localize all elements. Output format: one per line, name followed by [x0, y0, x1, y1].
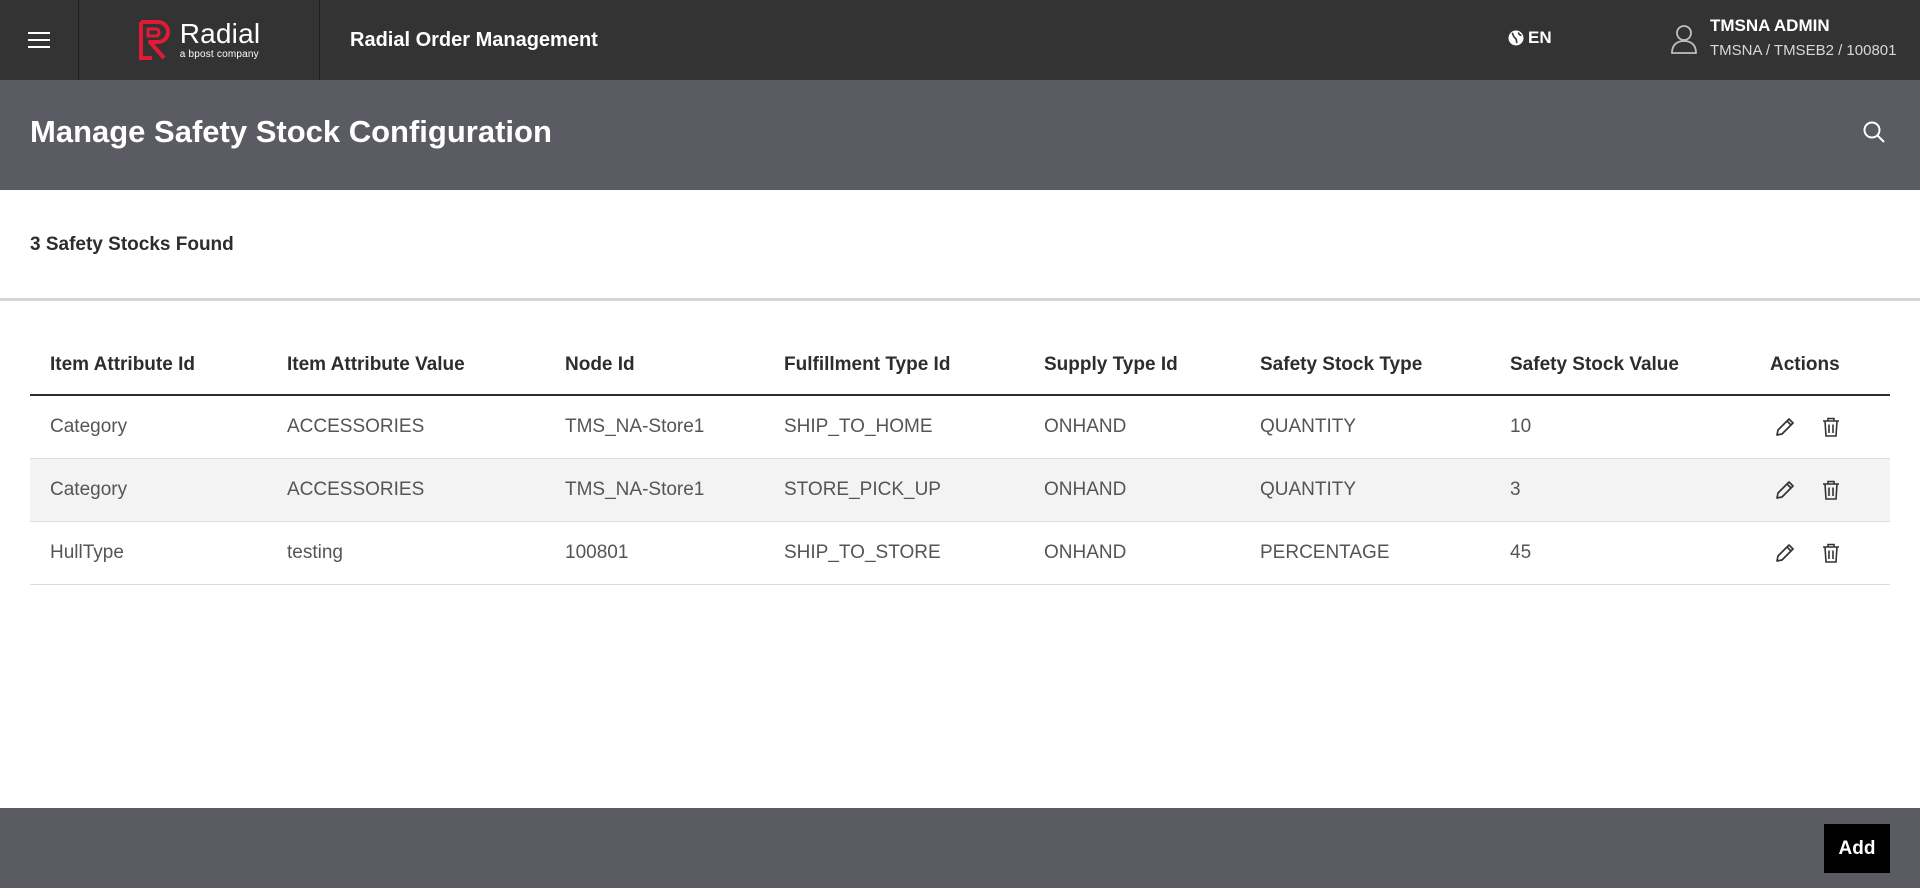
column-header[interactable]: Safety Stock Value	[1490, 335, 1750, 396]
search-icon	[1863, 121, 1885, 143]
delete-button[interactable]	[1820, 479, 1842, 501]
trash-icon	[1823, 543, 1839, 563]
delete-button[interactable]	[1820, 542, 1842, 564]
hamburger-icon	[28, 32, 50, 48]
cell-actions	[1750, 521, 1890, 585]
safety-stock-table: Item Attribute Id Item Attribute Value N…	[30, 335, 1890, 585]
top-bar: Radial a bpost company Radial Order Mana…	[0, 0, 1920, 80]
logo-tagline: a bpost company	[179, 49, 259, 60]
cell-safety-stock-type: QUANTITY	[1240, 395, 1490, 459]
user-org: TMSNA / TMSEB2 / 100801	[1710, 42, 1897, 59]
cell-supply-type-id: ONHAND	[1024, 395, 1240, 459]
cell-safety-stock-type: PERCENTAGE	[1240, 521, 1490, 585]
column-header: Actions	[1750, 335, 1890, 396]
page-title: Manage Safety Stock Configuration	[30, 114, 552, 149]
cell-safety-stock-type: QUANTITY	[1240, 458, 1490, 522]
cell-actions	[1750, 458, 1890, 522]
pencil-icon	[1776, 480, 1794, 499]
table-row[interactable]: Category ACCESSORIES TMS_NA-Store1 STORE…	[30, 458, 1890, 522]
logo-name: Radial	[179, 18, 261, 49]
cell-safety-stock-value: 45	[1490, 521, 1750, 585]
page-header: Manage Safety Stock Configuration	[0, 80, 1920, 190]
edit-button[interactable]	[1774, 479, 1796, 501]
cell-item-attribute-id: Category	[30, 395, 267, 459]
column-header[interactable]: Item Attribute Value	[267, 335, 545, 396]
cell-item-attribute-value: ACCESSORIES	[267, 395, 545, 459]
edit-button[interactable]	[1774, 542, 1796, 564]
language-label: EN	[1528, 28, 1552, 47]
cell-node-id: TMS_NA-Store1	[545, 395, 764, 459]
radial-logo-icon	[138, 20, 170, 60]
column-header[interactable]: Fulfillment Type Id	[764, 335, 1024, 396]
footer-bar: Add	[0, 808, 1920, 888]
cell-supply-type-id: ONHAND	[1024, 458, 1240, 522]
table-row[interactable]: HullType testing 100801 SHIP_TO_STORE ON…	[30, 521, 1890, 585]
trash-icon	[1823, 417, 1839, 437]
language-selector[interactable]: EN	[1508, 28, 1552, 48]
cell-actions	[1750, 395, 1890, 459]
user-menu[interactable]: TMSNA ADMIN TMSNA / TMSEB2 / 100801	[1670, 16, 1896, 59]
pencil-icon	[1776, 543, 1794, 562]
trash-icon	[1823, 480, 1839, 500]
edit-button[interactable]	[1774, 416, 1796, 438]
cell-safety-stock-value: 3	[1490, 458, 1750, 522]
column-header[interactable]: Item Attribute Id	[30, 335, 267, 396]
pencil-icon	[1776, 417, 1794, 436]
cell-item-attribute-value: testing	[267, 521, 545, 585]
add-button[interactable]: Add	[1824, 824, 1890, 873]
cell-item-attribute-id: Category	[30, 458, 267, 522]
table-header-row: Item Attribute Id Item Attribute Value N…	[30, 335, 1890, 396]
globe-icon	[1508, 30, 1524, 46]
search-button[interactable]	[1862, 120, 1886, 149]
cell-item-attribute-id: HullType	[30, 521, 267, 585]
cell-item-attribute-value: ACCESSORIES	[267, 458, 545, 522]
cell-node-id: 100801	[545, 521, 764, 585]
table-row[interactable]: Category ACCESSORIES TMS_NA-Store1 SHIP_…	[30, 395, 1890, 459]
cell-supply-type-id: ONHAND	[1024, 521, 1240, 585]
results-count: 3 Safety Stocks Found	[30, 234, 234, 255]
section-divider	[0, 298, 1920, 301]
cell-fulfillment-type-id: STORE_PICK_UP	[764, 458, 1024, 522]
cell-fulfillment-type-id: SHIP_TO_STORE	[764, 521, 1024, 585]
delete-button[interactable]	[1820, 416, 1842, 438]
menu-button[interactable]	[0, 0, 79, 80]
column-header[interactable]: Supply Type Id	[1024, 335, 1240, 396]
cell-safety-stock-value: 10	[1490, 395, 1750, 459]
column-header[interactable]: Node Id	[545, 335, 764, 396]
logo[interactable]: Radial a bpost company	[79, 0, 320, 80]
cell-node-id: TMS_NA-Store1	[545, 458, 764, 522]
cell-fulfillment-type-id: SHIP_TO_HOME	[764, 395, 1024, 459]
app-title: Radial Order Management	[350, 28, 598, 51]
user-name: TMSNA ADMIN	[1710, 16, 1830, 35]
user-icon	[1671, 25, 1697, 54]
column-header[interactable]: Safety Stock Type	[1240, 335, 1490, 396]
